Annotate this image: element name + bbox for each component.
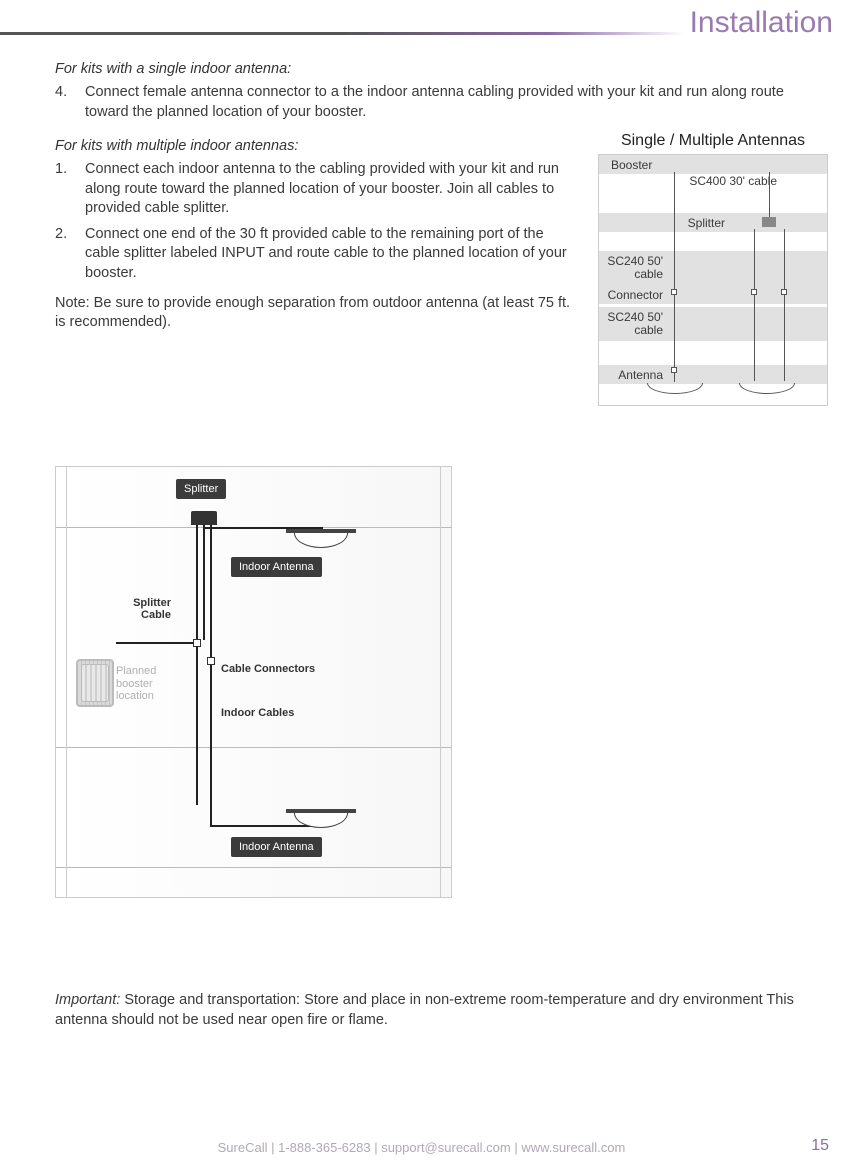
step-text: Connect one end of the 30 ft provided ca… (85, 225, 578, 284)
important-lead: Important: (55, 992, 120, 1008)
footer-line: SureCall | 1-888-365-6283 | support@sure… (0, 1140, 843, 1155)
step-4: 4. Connect female antenna connector to a… (55, 83, 828, 122)
separation-note: Note: Be sure to provide enough separati… (55, 294, 578, 333)
connector-icon (671, 289, 677, 295)
row-booster: Booster (611, 158, 652, 172)
step-number: 1. (55, 160, 85, 219)
step-number: 4. (55, 83, 85, 122)
splitter-icon (762, 217, 776, 227)
row-sc240b: SC240 50' cable (603, 311, 663, 337)
multi-right-cable (784, 229, 785, 381)
connector-icon (751, 289, 757, 295)
multi-left-cable (754, 229, 755, 381)
booster-icon (76, 659, 114, 707)
multi-top-cable (769, 172, 770, 220)
important-note: Important: Storage and transportation: S… (55, 990, 823, 1031)
step-text: Connect each indoor antenna to the cabli… (85, 160, 578, 219)
cable-connectors-label: Cable Connectors (221, 663, 315, 675)
important-text: Storage and transportation: Store and pl… (55, 992, 794, 1028)
cable-connector-icon (193, 639, 201, 647)
single-cable-line (674, 172, 675, 382)
row-splitter: Splitter (603, 216, 725, 230)
header-rule (0, 32, 685, 35)
page-number: 15 (811, 1137, 829, 1155)
dome-antenna-icon (647, 383, 703, 394)
step-text: Connect female antenna connector to a th… (85, 83, 828, 122)
lead-multi-antenna: For kits with multiple indoor antennas: (55, 138, 578, 154)
connector-icon (781, 289, 787, 295)
mini-diagram: Booster Splitter SC240 50' cable Connect… (598, 154, 828, 406)
section-title: Installation (690, 6, 833, 40)
indoor-cables-label: Indoor Cables (221, 707, 294, 719)
installation-diagram: Splitter Indoor Antenna Indoor Antenna S… (55, 466, 452, 898)
planned-booster-label: Planned booster location (116, 665, 166, 703)
row-connector: Connector (603, 288, 663, 302)
antenna-connector-icon (671, 367, 677, 373)
row-sc400: SC400 30' cable (689, 175, 777, 188)
step-2: 2. Connect one end of the 30 ft provided… (55, 225, 578, 284)
splitter-tag: Splitter (176, 479, 226, 499)
splitter-icon (191, 511, 217, 525)
step-number: 2. (55, 225, 85, 284)
step-1: 1. Connect each indoor antenna to the ca… (55, 160, 578, 219)
row-antenna: Antenna (603, 368, 663, 382)
mini-diagram-title: Single / Multiple Antennas (598, 132, 828, 150)
indoor-antenna-icon (286, 529, 356, 549)
dome-antenna-icon (739, 383, 795, 394)
lead-single-antenna: For kits with a single indoor antenna: (55, 61, 828, 77)
indoor-antenna-tag: Indoor Antenna (231, 837, 322, 857)
indoor-antenna-icon (286, 809, 356, 829)
indoor-antenna-tag: Indoor Antenna (231, 557, 322, 577)
cable-connector-icon (207, 657, 215, 665)
row-sc240a: SC240 50' cable (603, 255, 663, 281)
splitter-cable-label: Splitter Cable (111, 597, 171, 621)
